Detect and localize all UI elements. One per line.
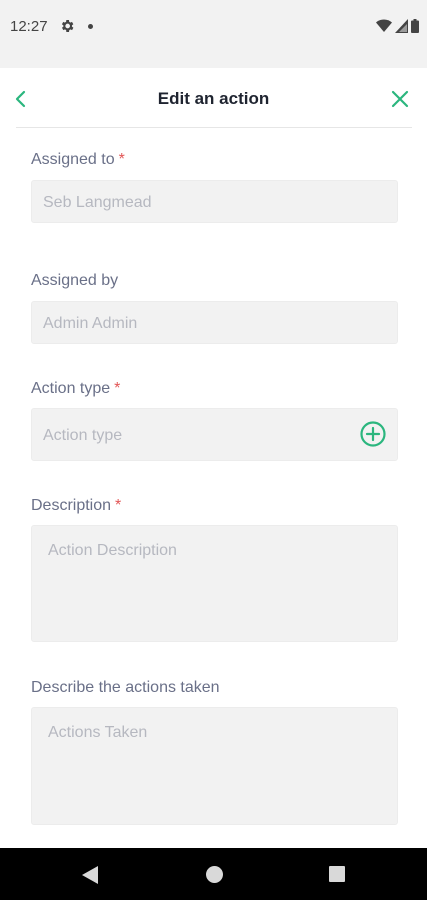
wifi-icon bbox=[376, 19, 392, 32]
settings-icon bbox=[61, 20, 74, 32]
assigned-to-field[interactable]: Seb Langmead bbox=[31, 180, 398, 223]
description-label: Description * bbox=[31, 497, 121, 515]
action-type-placeholder: Action type bbox=[43, 427, 123, 444]
description-label-text: Description bbox=[31, 497, 112, 514]
assigned-to-value: Seb Langmead bbox=[43, 194, 152, 211]
nav-recents-icon[interactable] bbox=[329, 866, 345, 882]
app-header: Edit an action bbox=[0, 68, 427, 128]
add-circle-icon[interactable] bbox=[360, 421, 386, 447]
actions-taken-placeholder: Actions Taken bbox=[48, 724, 148, 741]
page-title: Edit an action bbox=[157, 89, 270, 108]
required-mark: * bbox=[114, 380, 121, 397]
action-type-label-text: Action type bbox=[31, 380, 111, 397]
assigned-by-label: Assigned by bbox=[31, 272, 118, 290]
assigned-by-field[interactable]: Admin Admin bbox=[31, 301, 398, 344]
status-icons bbox=[376, 18, 419, 34]
action-type-field[interactable]: Action type bbox=[31, 408, 398, 461]
status-time: 12:27 bbox=[10, 18, 48, 35]
action-type-label: Action type * bbox=[31, 380, 120, 398]
description-textarea[interactable]: Action Description bbox=[31, 525, 398, 642]
assigned-by-value: Admin Admin bbox=[43, 315, 138, 332]
actions-taken-label: Describe the actions taken bbox=[31, 679, 220, 697]
assigned-by-label-text: Assigned by bbox=[31, 272, 119, 289]
battery-icon bbox=[411, 19, 419, 33]
notification-dot-icon bbox=[88, 24, 93, 29]
nav-home-icon[interactable] bbox=[206, 866, 223, 883]
nav-back-icon[interactable] bbox=[81, 865, 99, 885]
actions-taken-textarea[interactable]: Actions Taken bbox=[31, 707, 398, 825]
close-icon[interactable] bbox=[389, 88, 411, 110]
actions-taken-label-text: Describe the actions taken bbox=[31, 679, 220, 696]
assigned-to-label: Assigned to * bbox=[31, 151, 125, 169]
description-placeholder: Action Description bbox=[48, 542, 177, 559]
required-mark: * bbox=[118, 151, 125, 168]
signal-icon bbox=[395, 19, 408, 33]
status-bar: 12:27 bbox=[0, 0, 427, 68]
required-mark: * bbox=[115, 497, 122, 514]
header-divider bbox=[16, 127, 412, 128]
assigned-to-label-text: Assigned to bbox=[31, 151, 115, 168]
